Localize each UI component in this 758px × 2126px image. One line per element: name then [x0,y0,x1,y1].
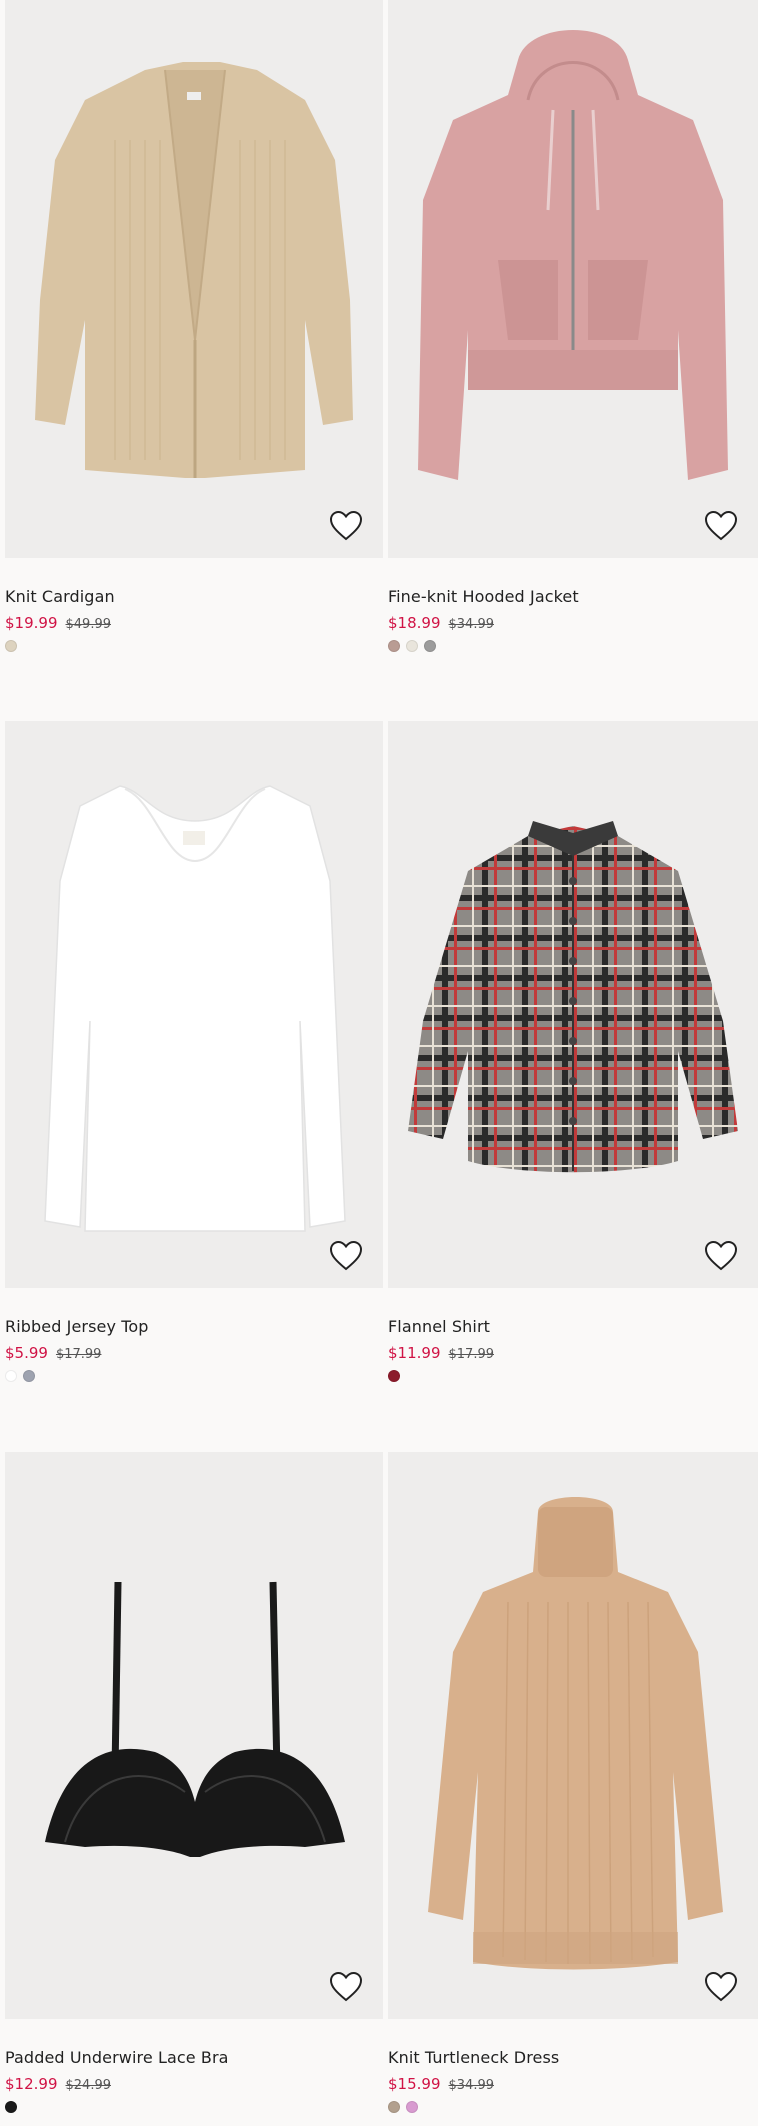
product-image[interactable] [388,1452,758,2019]
sale-price: $11.99 [388,1344,441,1362]
product-title[interactable]: Flannel Shirt [388,1316,758,1338]
product-card[interactable]: Ribbed Jersey Top $5.99 $17.99 [5,721,383,1382]
color-swatches [5,2101,383,2113]
sale-price: $18.99 [388,614,441,632]
product-title[interactable]: Ribbed Jersey Top [5,1316,383,1338]
color-swatch[interactable] [424,640,436,652]
color-swatches [388,2101,758,2113]
color-swatch[interactable] [5,640,17,652]
hooded-jacket-image [418,30,728,480]
regular-price: $49.99 [65,617,112,632]
lace-bra-image [45,1581,345,1857]
turtleneck-dress-image [428,1497,723,1970]
regular-price: $24.99 [65,2078,112,2093]
color-swatch[interactable] [5,1370,17,1382]
color-swatch[interactable] [5,2101,17,2113]
regular-price: $17.99 [448,1347,495,1362]
product-image[interactable] [5,721,383,1288]
regular-price: $17.99 [55,1347,102,1362]
heart-outline-icon[interactable] [704,1971,738,2003]
knit-cardigan-image [35,62,353,478]
product-image[interactable] [5,0,383,558]
color-swatch[interactable] [388,1370,400,1382]
product-grid: Knit Cardigan $19.99 $49.99 Fine-knit Ho… [0,0,758,2126]
product-image[interactable] [388,0,758,558]
product-card[interactable]: Padded Underwire Lace Bra $12.99 $24.99 [5,1452,383,2113]
color-swatch[interactable] [388,2101,400,2113]
flannel-shirt-image [408,821,738,1173]
sale-price: $19.99 [5,614,58,632]
color-swatch[interactable] [406,640,418,652]
product-card[interactable]: Knit Turtleneck Dress $15.99 $34.99 [388,1452,758,2113]
heart-outline-icon[interactable] [329,1971,363,2003]
price-block: $19.99 $49.99 [5,612,383,634]
price-block: $12.99 $24.99 [5,2073,383,2095]
color-swatch[interactable] [406,2101,418,2113]
product-title[interactable]: Knit Cardigan [5,586,383,608]
product-image[interactable] [388,721,758,1288]
product-card[interactable]: Knit Cardigan $19.99 $49.99 [5,0,383,652]
color-swatches [5,640,383,652]
price-block: $5.99 $17.99 [5,1342,383,1364]
heart-outline-icon[interactable] [704,510,738,542]
color-swatches [5,1370,383,1382]
product-card[interactable]: Fine-knit Hooded Jacket $18.99 $34.99 [388,0,758,652]
regular-price: $34.99 [448,2078,495,2093]
color-swatch[interactable] [388,640,400,652]
product-title[interactable]: Knit Turtleneck Dress [388,2047,758,2069]
product-title[interactable]: Fine-knit Hooded Jacket [388,586,758,608]
product-image[interactable] [5,1452,383,2019]
price-block: $15.99 $34.99 [388,2073,758,2095]
regular-price: $34.99 [448,617,495,632]
sale-price: $5.99 [5,1344,48,1362]
price-block: $18.99 $34.99 [388,612,758,634]
color-swatches [388,640,758,652]
product-title[interactable]: Padded Underwire Lace Bra [5,2047,383,2069]
color-swatch[interactable] [23,1370,35,1382]
price-block: $11.99 $17.99 [388,1342,758,1364]
color-swatches [388,1370,758,1382]
heart-outline-icon[interactable] [704,1240,738,1272]
product-card[interactable]: Flannel Shirt $11.99 $17.99 [388,721,758,1382]
heart-outline-icon[interactable] [329,510,363,542]
heart-outline-icon[interactable] [329,1240,363,1272]
jersey-top-image [44,785,346,1232]
sale-price: $15.99 [388,2075,441,2093]
sale-price: $12.99 [5,2075,58,2093]
